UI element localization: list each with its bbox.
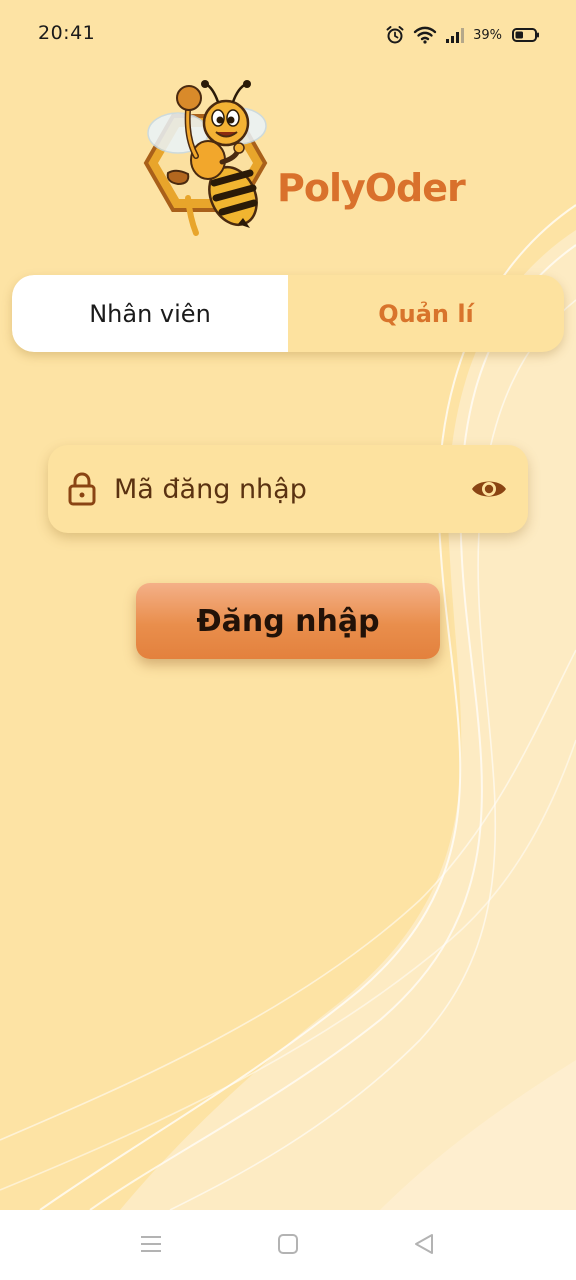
login-code-field <box>48 445 528 533</box>
wifi-icon <box>413 26 437 44</box>
back-icon[interactable] <box>412 1232 436 1256</box>
status-icons: 39% <box>385 24 540 46</box>
brand-logo: PolyOder <box>138 78 466 243</box>
lock-icon <box>68 472 96 506</box>
login-button[interactable]: Đăng nhập <box>136 583 440 659</box>
eye-icon[interactable] <box>470 475 508 503</box>
signal-icon <box>446 28 465 43</box>
navigation-bar <box>0 1210 576 1280</box>
login-code-input[interactable] <box>114 463 454 515</box>
tab-nhan-vien[interactable]: Nhân viên <box>12 275 288 352</box>
bee-mascot-icon <box>143 80 268 236</box>
status-bar: 20:41 39% <box>0 0 576 70</box>
battery-percent: 39% <box>473 27 502 43</box>
menu-icon[interactable] <box>139 1232 163 1256</box>
brand-name: PolyOder <box>277 166 466 210</box>
status-time: 20:41 <box>38 22 96 44</box>
battery-icon <box>512 28 539 42</box>
tab-quan-li[interactable]: Quản lí <box>288 275 564 352</box>
home-icon[interactable] <box>276 1232 300 1256</box>
role-tabs: Nhân viên Quản lí <box>12 275 564 352</box>
alarm-icon <box>386 26 404 44</box>
